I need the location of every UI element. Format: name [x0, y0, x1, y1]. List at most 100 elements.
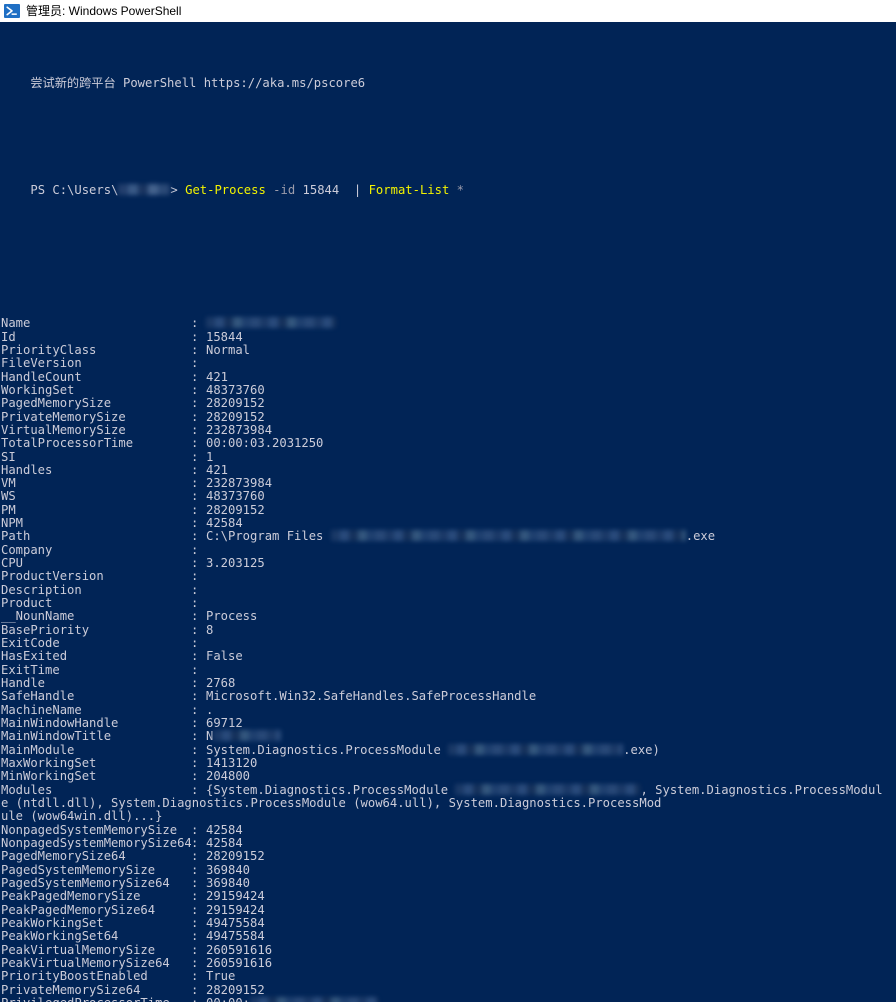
property-value: 369840: [206, 876, 251, 890]
property-separator: :: [191, 942, 199, 957]
property-value: True: [206, 969, 236, 984]
property-separator: :: [191, 396, 199, 411]
property-separator: :: [191, 929, 199, 944]
property-separator: :: [191, 836, 199, 851]
property-name: PM: [1, 503, 16, 517]
property-separator: :: [191, 542, 199, 557]
property-row: PrivateMemorySize:28209152: [1, 409, 896, 424]
redacted-value: [455, 783, 641, 795]
property-value: 3.203125: [206, 556, 265, 571]
property-separator: :: [191, 596, 199, 611]
property-row: BasePriority:8: [1, 622, 896, 637]
spacer-line-2: [1, 224, 896, 237]
property-separator: :: [191, 422, 199, 437]
property-row: PeakVirtualMemorySize64:260591616: [1, 956, 896, 970]
prompt-prefix: PS C:\Users\: [30, 182, 119, 197]
property-separator: :: [191, 849, 199, 864]
property-value-suffix: .exe): [623, 742, 660, 757]
property-value: 369840: [206, 862, 251, 877]
property-name: CPU: [1, 557, 24, 571]
property-value: {System.Diagnostics.ProcessModule: [206, 782, 456, 797]
property-row: MachineName:.: [1, 702, 896, 717]
property-row: PeakWorkingSet:49475584: [1, 916, 896, 930]
property-value: 260591616: [206, 942, 273, 957]
property-separator: :: [191, 716, 199, 731]
property-value: 29159424: [206, 902, 265, 917]
property-row: CPU:3.203125: [1, 556, 896, 571]
property-row: Modules: {System.Diagnostics.ProcessModul…: [1, 782, 896, 797]
property-row: WorkingSet:48373760: [1, 382, 896, 397]
property-separator: :: [191, 889, 199, 904]
intro-message: 尝试新的跨平台 PowerShell https://aka.ms/pscore…: [1, 64, 896, 90]
property-row: PeakPagedMemorySize64:29159424: [1, 902, 896, 917]
property-value: 232873984: [206, 422, 273, 437]
redacted-value: [213, 730, 282, 742]
property-separator: :: [191, 876, 199, 890]
command-get-process: Get-Process: [185, 182, 266, 197]
property-separator: :: [191, 582, 199, 597]
property-separator: :: [191, 769, 199, 784]
property-value: 48373760: [206, 382, 265, 397]
property-value: 28209152: [206, 502, 265, 517]
property-name: Name: [1, 317, 31, 331]
property-separator: :: [191, 662, 199, 677]
property-value: 204800: [206, 769, 251, 784]
property-row: Handles:421: [1, 463, 896, 477]
property-value-suffix: , System.Diagnostics.ProcessModul: [640, 782, 883, 797]
property-name: SI: [1, 450, 16, 464]
property-value: 69712: [206, 716, 243, 731]
property-row: HandleCount:421: [1, 370, 896, 384]
property-name: WorkingSet: [1, 383, 75, 397]
property-value: 8: [206, 622, 214, 637]
property-row: WS:48373760: [1, 490, 896, 504]
property-separator: :: [191, 529, 199, 544]
property-name: VirtualMemorySize: [1, 423, 126, 437]
property-value: 1413120: [206, 756, 258, 771]
property-name: PrivateMemorySize: [1, 410, 126, 424]
property-row: NPM:42584: [1, 516, 896, 531]
property-value: 1: [206, 449, 214, 464]
property-separator: :: [191, 436, 199, 451]
powershell-console[interactable]: 尝试新的跨平台 PowerShell https://aka.ms/pscore…: [0, 22, 896, 1002]
property-name: Handles: [1, 463, 53, 477]
property-separator: :: [191, 689, 199, 704]
property-value: 42584: [206, 516, 243, 531]
property-row: VirtualMemorySize:232873984: [1, 422, 896, 437]
property-separator: :: [191, 702, 199, 717]
property-row: SafeHandle: Microsoft.Win32.SafeHandles.S…: [1, 689, 896, 704]
property-value: Microsoft.Win32.SafeHandles.SafeProcessH…: [206, 689, 537, 704]
property-row: NonpagedSystemMemorySize:42584: [1, 822, 896, 837]
property-name: Description: [1, 583, 82, 597]
property-separator: :: [191, 982, 199, 997]
property-name: MainWindowTitle: [1, 730, 112, 744]
property-row: PagedSystemMemorySize64:369840: [1, 876, 896, 890]
property-name: NonpagedSystemMemorySize64: [1, 837, 191, 851]
property-row: Handle:2768: [1, 676, 896, 691]
property-name: Modules: [1, 783, 53, 797]
property-value: 49475584: [206, 929, 265, 944]
property-separator: :: [191, 502, 199, 517]
property-name: PeakWorkingSet64: [1, 930, 119, 944]
property-row: MinWorkingSet:204800: [1, 769, 896, 784]
window-titlebar: 管理员: Windows PowerShell: [0, 0, 896, 22]
property-row: PeakWorkingSet64:49475584: [1, 929, 896, 944]
property-row: MainWindowHandle:69712: [1, 716, 896, 731]
property-value: 2768: [206, 676, 236, 691]
property-name: PeakWorkingSet: [1, 916, 104, 930]
property-row: __NounName: Process: [1, 609, 896, 624]
property-value: 28209152: [206, 849, 265, 864]
property-separator: :: [191, 729, 199, 744]
property-name: FileVersion: [1, 357, 82, 371]
property-row: TotalProcessorTime:00:00:03.2031250: [1, 436, 896, 451]
property-name: ExitCode: [1, 637, 60, 651]
property-row: PriorityClass: Normal: [1, 342, 896, 357]
property-separator: :: [191, 822, 199, 837]
param-wildcard: *: [456, 182, 464, 197]
property-row: ExitTime:: [1, 662, 896, 677]
property-name: PagedMemorySize: [1, 397, 112, 411]
property-separator: :: [191, 409, 199, 424]
property-separator: :: [191, 609, 199, 624]
property-value: Normal: [206, 342, 251, 357]
prompt-space5: [361, 183, 368, 197]
